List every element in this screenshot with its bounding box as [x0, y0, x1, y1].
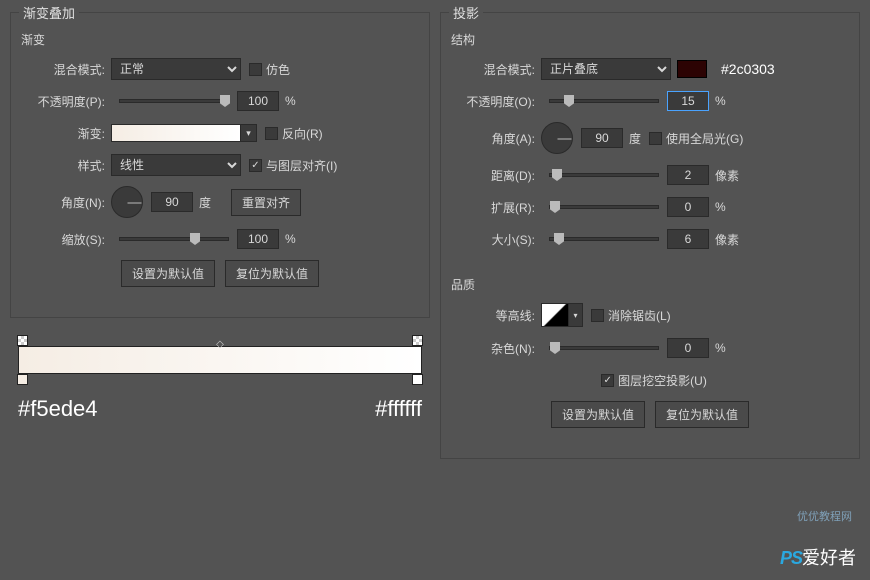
- contour-dropdown[interactable]: ▾: [569, 303, 583, 327]
- gradient-swatch[interactable]: [111, 124, 241, 142]
- blend-mode-select[interactable]: 正常: [111, 58, 241, 80]
- gradient-overlay-panel: 渐变叠加 渐变 混合模式: 正常 仿色 不透明度(P): % 渐变: ▾: [10, 12, 430, 318]
- antialias-checkbox[interactable]: 消除锯齿(L): [591, 307, 671, 324]
- gradient-bar[interactable]: ◇: [18, 346, 422, 374]
- angle-input[interactable]: [151, 192, 193, 212]
- color-stop-right[interactable]: [412, 374, 423, 385]
- opacity-label: 不透明度(P):: [21, 93, 111, 110]
- align-checkbox[interactable]: ✓与图层对齐(I): [249, 157, 337, 174]
- grad-end-hex: #ffffff: [375, 396, 422, 422]
- percent-unit: %: [285, 94, 296, 108]
- knockout-checkbox[interactable]: ✓图层挖空投影(U): [601, 372, 707, 389]
- ds-opacity-label: 不透明度(O):: [451, 93, 541, 110]
- drop-shadow-panel: 投影 结构 混合模式: 正片叠底 #2c0303 不透明度(O): % 角度(A…: [440, 12, 860, 459]
- gradient-preview: ◇ #f5ede4 #ffffff: [18, 346, 422, 422]
- color-stop-left[interactable]: [17, 374, 28, 385]
- ds-angle-input[interactable]: [581, 128, 623, 148]
- angle-label: 角度(N):: [21, 194, 111, 211]
- style-label: 样式:: [21, 157, 111, 174]
- structure-label: 结构: [451, 31, 849, 48]
- gradient-overlay-title: 渐变叠加: [19, 3, 79, 22]
- distance-slider[interactable]: [549, 173, 659, 177]
- shadow-color-swatch[interactable]: [677, 60, 707, 78]
- gradient-dropdown[interactable]: ▾: [241, 124, 257, 142]
- watermark-subtext: 优优教程网: [797, 508, 852, 524]
- dither-checkbox[interactable]: 仿色: [249, 61, 290, 78]
- size-input[interactable]: [667, 229, 709, 249]
- contour-swatch[interactable]: [541, 303, 569, 327]
- blend-mode-label: 混合模式:: [21, 61, 111, 78]
- opacity-slider[interactable]: [119, 99, 229, 103]
- ds-reset-default-button[interactable]: 复位为默认值: [655, 401, 749, 428]
- noise-input[interactable]: [667, 338, 709, 358]
- quality-label: 品质: [451, 276, 849, 293]
- degree-unit: 度: [199, 194, 211, 211]
- scale-label: 缩放(S):: [21, 231, 111, 248]
- ds-opacity-input[interactable]: [667, 91, 709, 111]
- opacity-stop-left[interactable]: [17, 335, 28, 346]
- angle-dial[interactable]: [111, 186, 143, 218]
- size-slider[interactable]: [549, 237, 659, 241]
- ds-opacity-slider[interactable]: [549, 99, 659, 103]
- global-light-checkbox[interactable]: 使用全局光(G): [649, 130, 743, 147]
- spread-label: 扩展(R):: [451, 199, 541, 216]
- spread-input[interactable]: [667, 197, 709, 217]
- size-label: 大小(S):: [451, 231, 541, 248]
- scale-slider[interactable]: [119, 237, 229, 241]
- opacity-stop-right[interactable]: [412, 335, 423, 346]
- style-select[interactable]: 线性: [111, 154, 241, 176]
- reset-align-button[interactable]: 重置对齐: [231, 189, 301, 216]
- set-default-button[interactable]: 设置为默认值: [121, 260, 215, 287]
- grad-start-hex: #f5ede4: [18, 396, 98, 422]
- ds-blend-label: 混合模式:: [451, 61, 541, 78]
- opacity-input[interactable]: [237, 91, 279, 111]
- drop-shadow-title: 投影: [449, 3, 483, 22]
- contour-label: 等高线:: [451, 307, 541, 324]
- ds-blend-select[interactable]: 正片叠底: [541, 58, 671, 80]
- spread-slider[interactable]: [549, 205, 659, 209]
- distance-input[interactable]: [667, 165, 709, 185]
- watermark-logo: PS爱好者: [780, 544, 856, 570]
- reset-default-button[interactable]: 复位为默认值: [225, 260, 319, 287]
- noise-label: 杂色(N):: [451, 340, 541, 357]
- gradient-label: 渐变:: [21, 125, 111, 142]
- gradient-section-label: 渐变: [21, 31, 419, 48]
- shadow-color-hex: #2c0303: [721, 61, 775, 77]
- ds-angle-dial[interactable]: [541, 122, 573, 154]
- midpoint-icon[interactable]: ◇: [216, 339, 224, 350]
- noise-slider[interactable]: [549, 346, 659, 350]
- ds-angle-label: 角度(A):: [451, 130, 541, 147]
- reverse-checkbox[interactable]: 反向(R): [265, 125, 323, 142]
- distance-label: 距离(D):: [451, 167, 541, 184]
- ds-set-default-button[interactable]: 设置为默认值: [551, 401, 645, 428]
- scale-input[interactable]: [237, 229, 279, 249]
